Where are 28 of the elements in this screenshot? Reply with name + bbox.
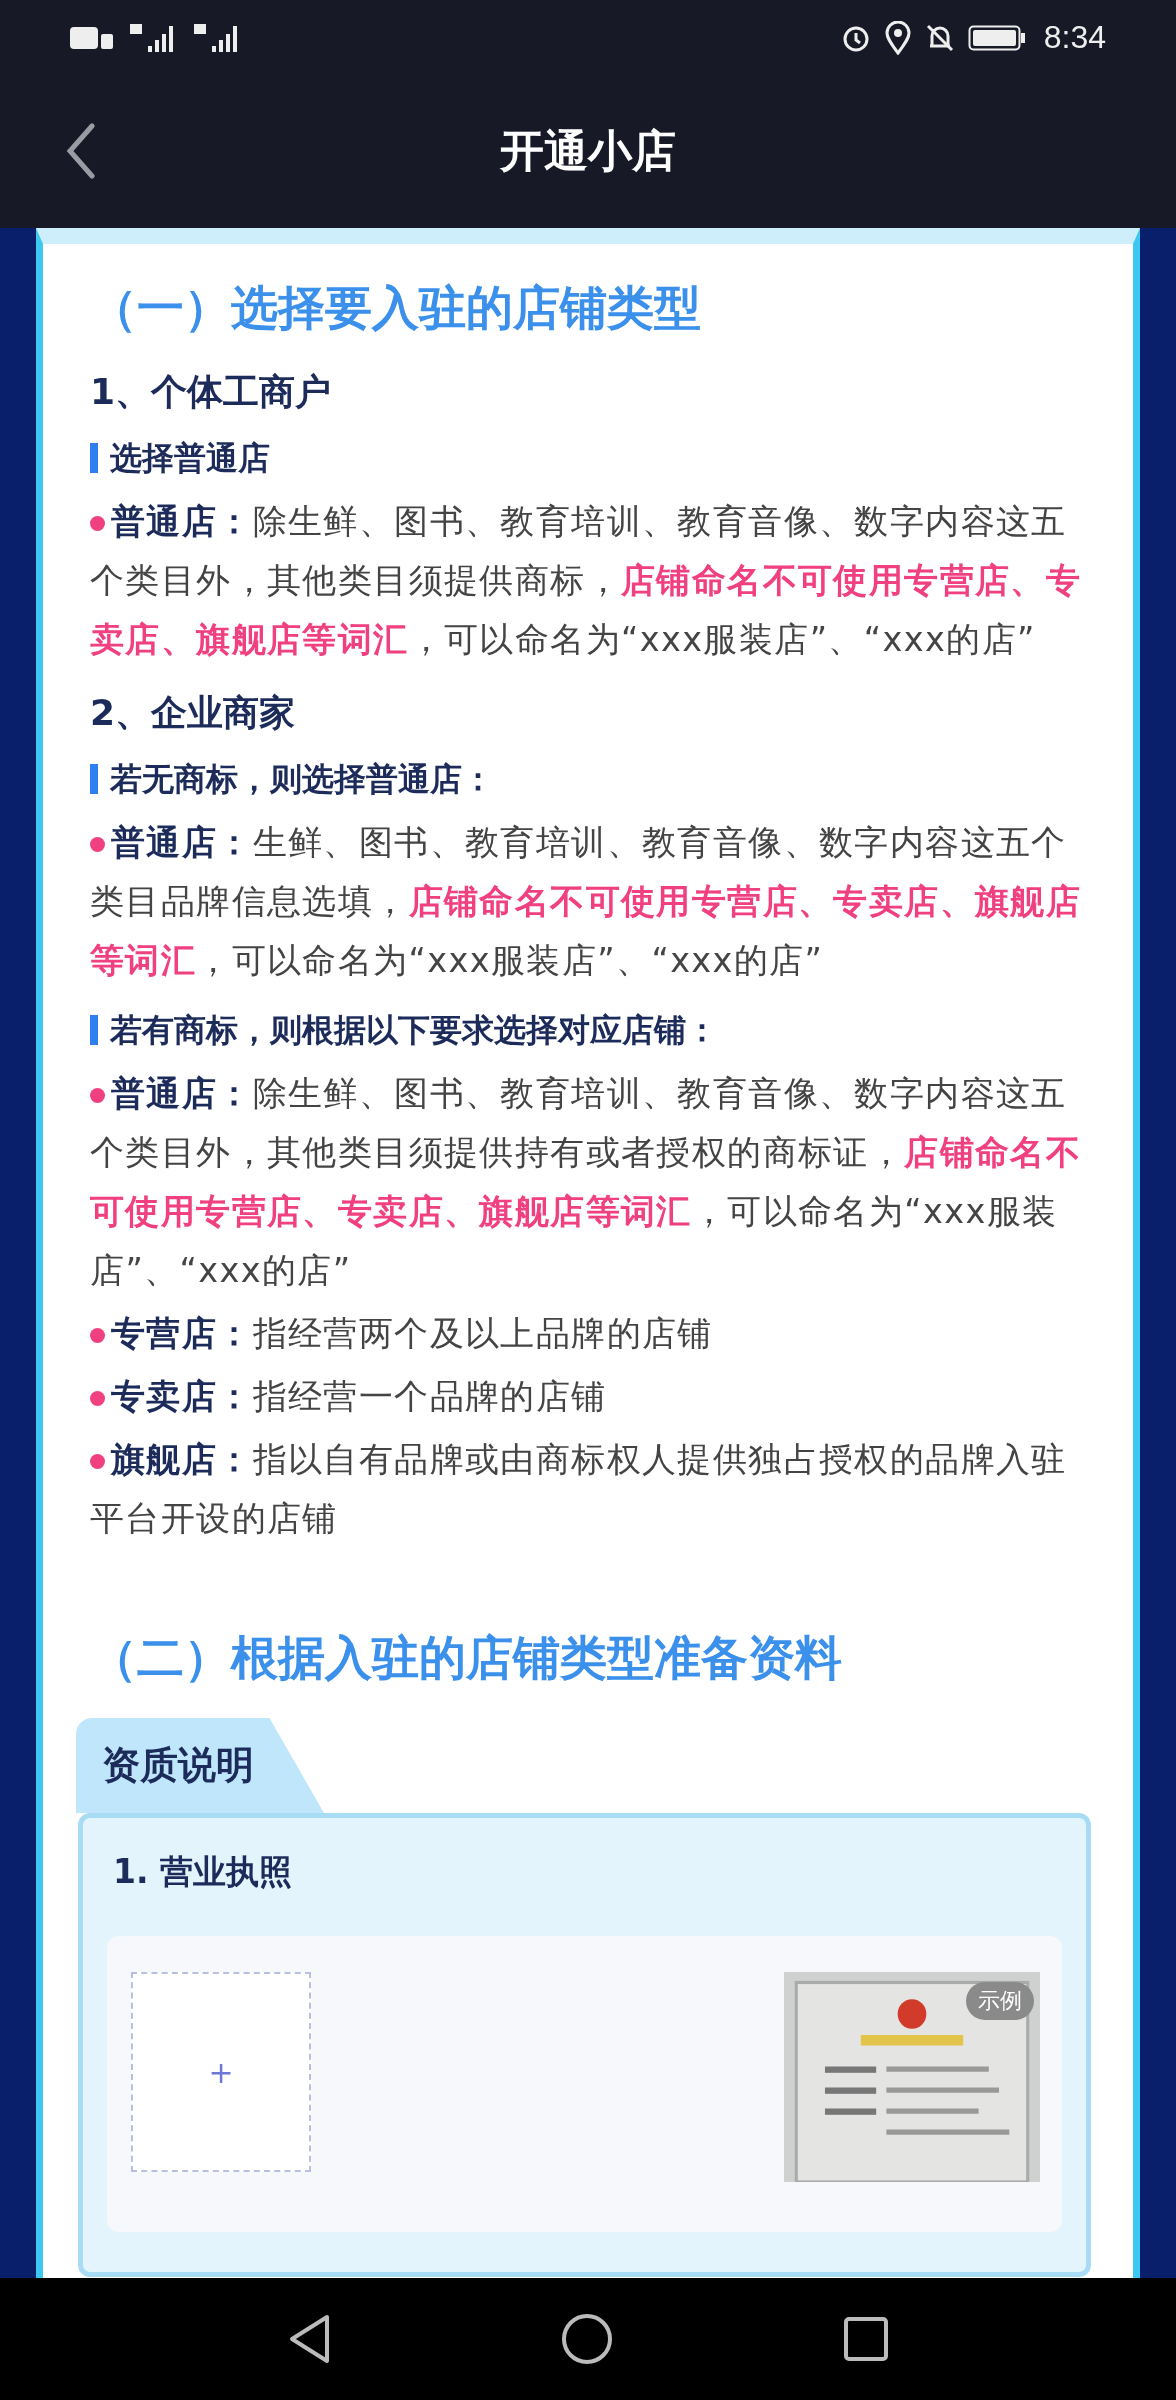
- paragraph: 普通店：除生鲜、图书、教育培训、教育音像、数字内容这五个类目外，其他类目须提供持有或者授权的商标证，店铺命名不可使用专营店、专卖店、旗舰店等词汇，可以命名为“xxx服装店”、“xxx的店”: [90, 1073, 1083, 1292]
- item-title: 1. 营业执照: [113, 1851, 293, 1893]
- paragraph: 普通店：除生鲜、图书、教育培训、教育音像、数字内容这五个类目外，其他类目须提供商标，店铺命名不可使用专营店、专卖店、旗舰店等词汇，可以命名为“xxx服装店”、“xxx的店”: [90, 501, 1083, 661]
- sample-badge: 示例: [966, 1982, 1034, 2020]
- subheading: 若无商标，则选择普通店：: [110, 759, 494, 800]
- paragraph: 旗舰店：指以自有品牌或由商标权人提供独占授权的品牌入驻平台开设的店铺: [90, 1439, 1068, 1540]
- subheading: 选择普通店: [110, 438, 270, 479]
- recent-apps-icon[interactable]: [843, 2316, 889, 2362]
- subheading: 若有商标，则根据以下要求选择对应店铺：: [110, 1010, 718, 1051]
- back-icon[interactable]: [287, 2313, 331, 2365]
- section-heading: （一）选择要入驻的店铺类型: [90, 279, 702, 337]
- accent-bar: [90, 1015, 98, 1045]
- paragraph: 专卖店：指经营一个品牌的店铺: [90, 1367, 1091, 1426]
- clock-time: 8:34: [1043, 19, 1106, 56]
- accent-bar: [90, 443, 98, 473]
- tab[interactable]: 资质说明: [76, 1718, 324, 1813]
- section-heading: （二）根据入驻的店铺类型准备资料: [90, 1629, 843, 1687]
- paragraph: 普通店：生鲜、图书、教育培训、教育音像、数字内容这五个类目品牌信息选填，店铺命名不可使用专营店、专卖店、旗舰店等词汇，可以命名为“xxx服装店”、“xxx的店”: [90, 822, 1083, 982]
- page-title: 开通小店: [500, 124, 676, 178]
- battery-icon: [967, 24, 1026, 51]
- group-title: 2、企业商家: [90, 691, 297, 735]
- home-icon[interactable]: [561, 2313, 613, 2365]
- location-icon: [883, 20, 912, 55]
- upload-button[interactable]: +: [131, 1972, 311, 2172]
- group-title: 1、个体工商户: [90, 370, 333, 414]
- back-icon[interactable]: [66, 123, 96, 179]
- paragraph: 专营店：指经营两个及以上品牌的店铺: [90, 1304, 1091, 1363]
- accent-bar: [90, 764, 98, 794]
